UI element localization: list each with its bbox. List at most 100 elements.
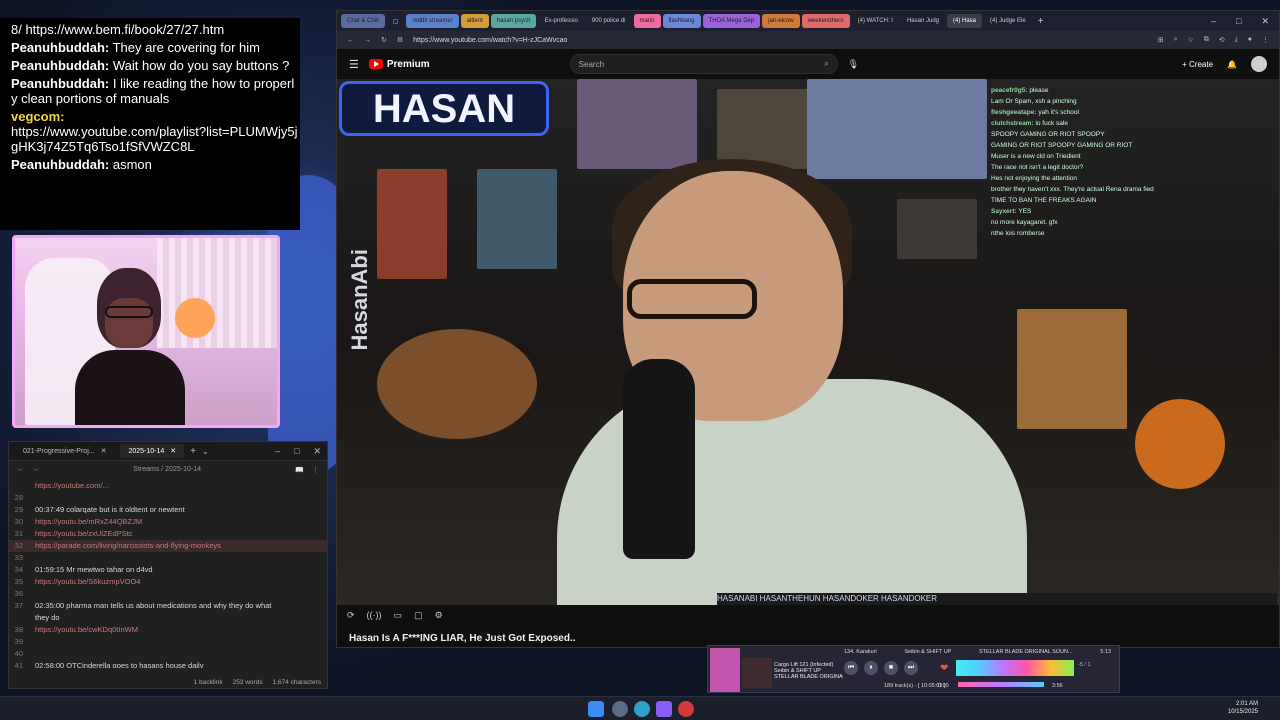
- more-options-icon[interactable]: ⋮: [312, 466, 319, 474]
- note-line[interactable]: 35 https://youtu.be/S6kuzmpVOO4: [9, 576, 327, 588]
- previous-track-button[interactable]: ⏮: [844, 661, 858, 675]
- loop-icon[interactable]: ⟳: [347, 610, 355, 621]
- note-line[interactable]: 32 https://parade.com/living/narcissists-…: [9, 540, 327, 552]
- site-info-icon[interactable]: ⚙: [397, 36, 403, 44]
- browser-tab[interactable]: Hasan Judg: [901, 14, 945, 28]
- note-line[interactable]: 30 https://youtu.be/mRxZ44QBZJM: [9, 516, 327, 528]
- close-icon[interactable]: ✕: [101, 447, 107, 455]
- note-line[interactable]: 41 02:58:00 QTCinderella goes to hasans h…: [9, 660, 327, 668]
- browser-tab[interactable]: altlent: [460, 14, 489, 28]
- miniplayer-icon[interactable]: ▢: [414, 610, 423, 621]
- obsidian-icon[interactable]: [656, 701, 672, 717]
- video-player[interactable]: HASAN HasanAbi peacefr0g5: please Lam Or …: [337, 79, 1279, 605]
- history-icon[interactable]: ⟲: [1219, 36, 1225, 44]
- new-tab-button[interactable]: +: [1038, 16, 1044, 27]
- close-window-button[interactable]: ✕: [313, 446, 321, 457]
- note-link[interactable]: https://youtube.com/...: [35, 480, 327, 492]
- edge-browser-icon[interactable]: [634, 701, 650, 717]
- reading-mode-icon[interactable]: 📖: [295, 466, 304, 474]
- menu-icon[interactable]: ⋮: [1262, 36, 1269, 44]
- close-window-button[interactable]: ✕: [1261, 16, 1269, 27]
- note-line[interactable]: 37 02:35:00 pharma man tells us about med…: [9, 600, 327, 612]
- browser-tab[interactable]: reddit streamer: [406, 14, 459, 28]
- volume-readout[interactable]: -5 / 1: [1078, 662, 1091, 668]
- reload-icon[interactable]: ↻: [381, 36, 387, 44]
- download-icon[interactable]: ⤓: [1235, 36, 1238, 44]
- windows-start-icon[interactable]: [588, 701, 604, 717]
- notes-tab-daily[interactable]: 2025-10-14 ✕: [120, 444, 185, 458]
- browser-tab[interactable]: (4) Hasa: [947, 14, 983, 28]
- browser-tab[interactable]: hasan psych: [490, 14, 537, 28]
- microphone-icon[interactable]: 🎙: [848, 59, 859, 70]
- note-line[interactable]: 28: [9, 492, 327, 504]
- note-line[interactable]: 38 https://youtu.be/cwKDq0tInWM: [9, 624, 327, 636]
- note-line[interactable]: they do: [9, 612, 327, 624]
- backlinks-count[interactable]: 1 backlink: [194, 679, 223, 686]
- stop-button[interactable]: ■: [884, 661, 898, 675]
- browser-tab[interactable]: Ex-professio: [538, 14, 583, 28]
- video-title[interactable]: Hasan Is A F***ING LIAR, He Just Got Exp…: [349, 633, 576, 644]
- seek-bar[interactable]: [958, 682, 1044, 687]
- browser-tab[interactable]: weekendhero: [801, 14, 850, 28]
- zoom-icon[interactable]: ⌕: [1174, 36, 1178, 44]
- install-icon[interactable]: ⊞: [1158, 36, 1164, 44]
- extension-icon[interactable]: ⧉: [1204, 36, 1209, 44]
- notes-window[interactable]: 021-Progressive-Proj... ✕ 2025-10-14 ✕ + ⌄…: [8, 441, 328, 689]
- note-line[interactable]: 29 00:37:49 colarqate but is it oldtent o…: [9, 504, 327, 516]
- note-link[interactable]: https://youtu.be/S6kuzmpVOO4: [35, 576, 327, 588]
- chevron-down-icon[interactable]: ⌄: [202, 447, 209, 456]
- browser-tab[interactable]: ▢: [387, 14, 405, 28]
- browser-tab[interactable]: Chat & Chill: [341, 14, 385, 28]
- hamburger-menu-icon[interactable]: ☰: [349, 58, 359, 71]
- audio-icon[interactable]: ((·)): [367, 610, 382, 620]
- back-arrow-icon[interactable]: ←: [17, 466, 24, 473]
- note-line[interactable]: 39: [9, 636, 327, 648]
- browser-tab[interactable]: flashbang: [662, 14, 701, 28]
- new-tab-icon[interactable]: +: [190, 446, 196, 457]
- browser-tab[interactable]: (4) WATCH: I: [852, 14, 899, 28]
- note-link[interactable]: https://youtu.be/cwKDq0tInWM: [35, 624, 327, 636]
- browser-tab[interactable]: THOA Mega Dep: [702, 14, 761, 28]
- browser-tab[interactable]: jan-elcow: [762, 14, 800, 28]
- system-clock[interactable]: 2:01 AM 10/15/2025: [1228, 700, 1258, 716]
- profile-icon[interactable]: ●: [1248, 36, 1252, 44]
- minimize-button[interactable]: –: [1211, 16, 1216, 27]
- url-field[interactable]: https://www.youtube.com/watch?v=H-zJCaWv…: [413, 37, 1148, 44]
- browser-tab[interactable]: mario: [633, 14, 661, 28]
- note-link[interactable]: https://youtu.be/mRxZ44QBZJM: [35, 516, 327, 528]
- favorite-heart-icon[interactable]: ❤: [940, 663, 948, 674]
- next-track-button[interactable]: ⏭: [904, 661, 918, 675]
- browser-tab[interactable]: 900 police di: [586, 14, 632, 28]
- note-line[interactable]: 40: [9, 648, 327, 660]
- settings-gear-icon[interactable]: ⚙: [435, 610, 443, 621]
- notifications-bell-icon[interactable]: 🔔: [1227, 60, 1237, 69]
- media-player-widget[interactable]: Cargo Lift 121 (Infected) Seibin & SHIFT…: [707, 645, 1120, 693]
- note-line[interactable]: 36: [9, 588, 327, 600]
- minimize-button[interactable]: –: [275, 446, 280, 457]
- notes-tab-project[interactable]: 021-Progressive-Proj... ✕: [15, 444, 114, 458]
- forward-arrow-icon[interactable]: →: [364, 37, 371, 44]
- media-app-icon[interactable]: [678, 701, 694, 717]
- note-link[interactable]: https://parade.com/living/narcissists-an…: [35, 540, 327, 552]
- note-line[interactable]: 34 01:59:15 Mr mewtwo tahar on d4vd: [9, 564, 327, 576]
- note-line[interactable]: 33: [9, 552, 327, 564]
- maximize-button[interactable]: □: [294, 446, 299, 457]
- search-icon[interactable]: [612, 701, 628, 717]
- avatar[interactable]: [1251, 56, 1267, 72]
- note-line[interactable]: 31 https://youtu.be/zxUlZEdPStc: [9, 528, 327, 540]
- back-arrow-icon[interactable]: ←: [347, 37, 354, 44]
- browser-tab[interactable]: (4) Judge Ele: [984, 14, 1032, 28]
- subtitles-icon[interactable]: ▭: [394, 610, 403, 621]
- search-icon[interactable]: ⌕: [824, 59, 828, 69]
- forward-arrow-icon[interactable]: →: [32, 466, 39, 473]
- pause-button[interactable]: ⏸: [864, 661, 878, 675]
- create-button[interactable]: + Create: [1182, 60, 1213, 69]
- search-input[interactable]: Search ⌕: [569, 54, 838, 74]
- youtube-logo[interactable]: Premium: [368, 59, 430, 70]
- maximize-button[interactable]: □: [1236, 16, 1241, 27]
- note-line[interactable]: https://youtube.com/...: [9, 480, 327, 492]
- bookmark-star-icon[interactable]: ☆: [1188, 36, 1194, 44]
- note-link[interactable]: https://youtu.be/zxUlZEdPStc: [35, 528, 327, 540]
- note-editor[interactable]: https://youtube.com/... 28 29 00:37:49 cola…: [9, 478, 327, 668]
- browser-window[interactable]: Chat & Chill ▢ reddit streamer altlent hasan…: [336, 10, 1280, 648]
